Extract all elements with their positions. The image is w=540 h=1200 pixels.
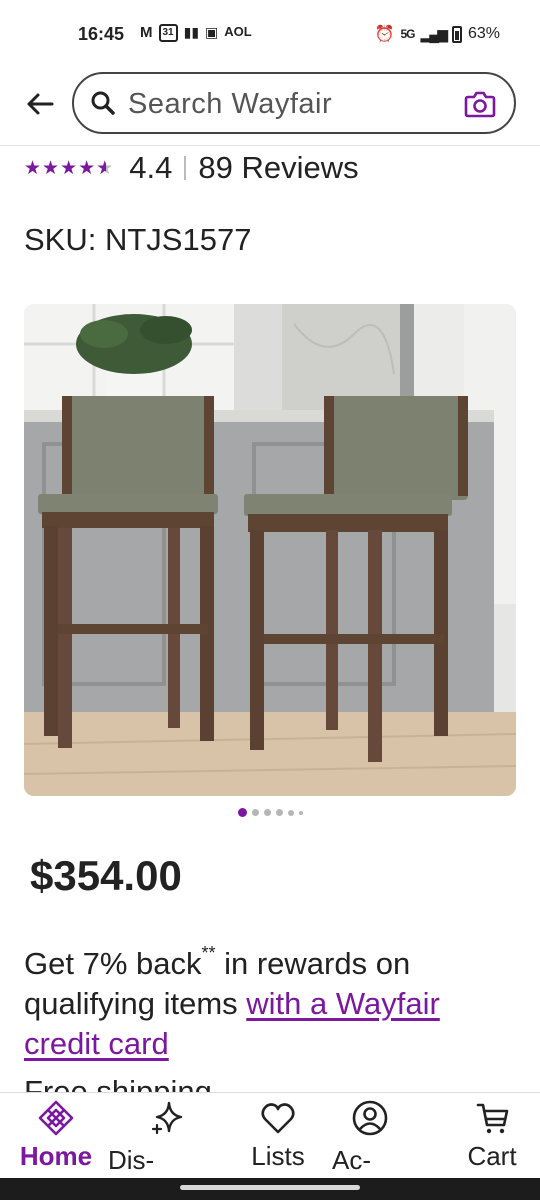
star-icon: ★ (42, 157, 60, 179)
battery-level: 63% (467, 25, 500, 42)
search-bar[interactable]: Search Wayfair (72, 72, 516, 134)
nav-cart-label: Cart (467, 1141, 517, 1171)
carousel-dot[interactable] (263, 809, 271, 816)
carousel-dot[interactable] (287, 809, 294, 816)
nav-discover-label: Dis- (108, 1145, 155, 1175)
alarm-icon: ⏰ (374, 26, 395, 43)
status-time: 16:45 (78, 24, 125, 44)
system-icons: ⏰ 5G ▂▄▆ 63% (375, 24, 500, 44)
search-input[interactable]: Search Wayfair (128, 88, 332, 121)
system-gesture-bar (0, 1178, 540, 1200)
nav-account[interactable]: Ac- (330, 1099, 450, 1177)
product-image[interactable] (24, 304, 516, 796)
nav-home-label: Home (19, 1141, 93, 1171)
notification-icons: M 31 ▮▮ ▣ AOL (140, 24, 252, 42)
rewards-promo: Get 7% back** in rewards on qualifying i… (24, 944, 514, 1064)
carousel-dot[interactable] (251, 809, 259, 816)
home-icon (38, 1100, 74, 1136)
nav-account-label: Ac- (332, 1145, 371, 1175)
carousel-dot-active[interactable] (237, 808, 247, 817)
star-rating: ★ ★ ★ ★ ★ (24, 159, 113, 178)
battery-icon (451, 25, 462, 43)
nav-cart[interactable]: Cart (456, 1099, 528, 1177)
carousel-dot[interactable] (275, 809, 283, 816)
star-icon: ★ (60, 157, 78, 179)
back-button[interactable] (24, 88, 56, 120)
bottom-navigation: Home Dis- Lists Ac- Cart (0, 1092, 540, 1178)
carousel-dot[interactable] (298, 810, 303, 815)
star-icon: ★ (24, 157, 42, 179)
rating-value: 4.4 (129, 150, 173, 185)
bar-stools-photo (24, 304, 516, 796)
search-icon (91, 91, 115, 115)
nav-lists[interactable]: Lists (240, 1099, 316, 1177)
gmail-icon: M (140, 24, 153, 41)
nav-home[interactable]: Home (16, 1099, 96, 1177)
shipping-info: Free shipping (24, 1074, 212, 1094)
product-price: $354.00 (30, 852, 182, 899)
status-bar: 16:45 M 31 ▮▮ ▣ AOL ⏰ 5G ▂▄▆ 63% (0, 0, 540, 64)
product-sku: SKU: NTJS1577 (24, 222, 252, 257)
cart-icon (476, 1103, 509, 1134)
star-icon: ★ (78, 157, 96, 179)
arrow-left-icon (27, 93, 54, 115)
review-count-link[interactable]: 89 Reviews (198, 150, 358, 186)
app-header: Search Wayfair (0, 64, 540, 146)
rating-row[interactable]: ★ ★ ★ ★ ★ 4.4 89 Reviews (24, 148, 359, 188)
calendar-icon: 31 (158, 24, 178, 42)
image-carousel-indicator[interactable] (0, 808, 540, 817)
heart-icon (261, 1103, 295, 1134)
home-gesture-handle[interactable] (180, 1185, 360, 1190)
account-icon (352, 1100, 388, 1136)
nav-discover[interactable]: Dis- (108, 1099, 228, 1177)
aol-icon: AOL (224, 24, 252, 39)
gallery-icon: ▣ (205, 24, 219, 40)
rewards-footnote-mark: ** (201, 943, 216, 963)
rewards-text: Get 7% back (24, 946, 202, 981)
app-icon: ▮▮ (183, 24, 200, 40)
signal-icon: ▂▄▆ (420, 25, 448, 42)
rating-divider (184, 156, 187, 180)
network-label: 5G (400, 27, 416, 41)
nav-lists-label: Lists (251, 1141, 305, 1171)
star-half-icon: ★ (96, 157, 114, 179)
sparkle-icon (151, 1101, 183, 1135)
camera-icon[interactable] (464, 90, 496, 118)
